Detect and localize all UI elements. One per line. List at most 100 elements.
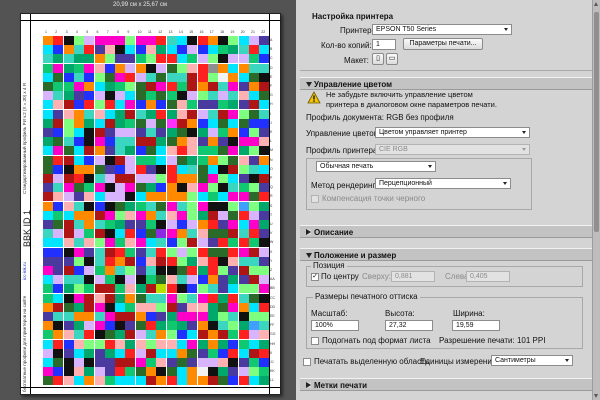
- color-patch: [104, 183, 115, 193]
- color-patch: [94, 229, 105, 239]
- fit-to-media-checkbox[interactable]: [311, 337, 319, 345]
- color-patch: [146, 137, 156, 147]
- color-patch: [84, 247, 95, 257]
- color-patch: [135, 174, 146, 183]
- color-patch: [135, 210, 146, 220]
- row-label: Q: [270, 185, 273, 190]
- color-handling-select[interactable]: Цветом управляет принтер: [375, 127, 530, 138]
- printer-select[interactable]: EPSON T50 Series: [372, 24, 512, 35]
- color-patch: [43, 330, 53, 340]
- color-patch: [43, 220, 53, 229]
- center-image-checkbox[interactable]: ✓: [311, 273, 319, 281]
- scale-field[interactable]: 100%: [311, 320, 359, 331]
- color-patch: [115, 266, 126, 275]
- color-patch: [197, 247, 208, 257]
- rendering-intent-select[interactable]: Перцепционный: [375, 178, 511, 189]
- color-patch: [218, 118, 229, 128]
- color-patch: [176, 72, 187, 82]
- description-header[interactable]: Описание: [300, 225, 592, 238]
- units-select[interactable]: Сантиметры: [491, 355, 573, 366]
- color-patch: [135, 247, 146, 257]
- color-patch: [218, 82, 229, 91]
- color-patch: [249, 358, 259, 367]
- color-patch: [146, 302, 156, 312]
- color-patch: [207, 192, 218, 202]
- print-settings-button[interactable]: Параметры печати...: [403, 38, 483, 50]
- left-position-field[interactable]: 0,405: [466, 271, 510, 282]
- row-label: V: [270, 231, 273, 236]
- color-patch: [94, 256, 105, 266]
- color-management-header[interactable]: Управление цветом: [300, 77, 592, 90]
- color-patch: [207, 229, 218, 239]
- color-patch: [176, 293, 187, 303]
- color-patch: [43, 210, 53, 220]
- landscape-layout-icon[interactable]: ▭: [386, 53, 398, 65]
- color-patch: [187, 293, 198, 303]
- color-patch: [207, 54, 218, 64]
- color-patch: [176, 91, 187, 101]
- color-patch: [228, 201, 239, 211]
- scroll-down-icon[interactable]: [594, 394, 598, 398]
- row-label: J: [270, 120, 272, 125]
- color-patch: [207, 293, 218, 303]
- width-field[interactable]: 19,59: [452, 320, 500, 331]
- row-label: G: [270, 93, 273, 98]
- color-patch: [135, 100, 146, 110]
- color-patch: [125, 146, 136, 156]
- paper-preview[interactable]: Стандартизированный профиль РИ v.2 (Х = …: [20, 13, 281, 395]
- color-patch: [156, 266, 167, 275]
- color-patch: [218, 63, 229, 73]
- color-patch: [166, 376, 177, 386]
- color-patch: [53, 293, 64, 303]
- color-patch: [146, 155, 156, 165]
- color-patch: [228, 192, 239, 202]
- top-position-field[interactable]: 0,881: [391, 271, 435, 282]
- color-patch: [156, 128, 167, 137]
- scroll-up-icon[interactable]: [594, 2, 598, 6]
- color-patch: [53, 45, 64, 55]
- column-number: 21: [251, 30, 255, 34]
- height-field[interactable]: 27,32: [385, 320, 433, 331]
- color-patch: [238, 312, 249, 321]
- row-label: T: [270, 212, 273, 217]
- color-patch: [115, 82, 126, 91]
- color-patch: [125, 100, 136, 110]
- color-patch: [104, 174, 115, 183]
- copies-field[interactable]: 1: [372, 39, 396, 50]
- color-patch: [197, 348, 208, 358]
- print-selected-area-checkbox[interactable]: [303, 358, 311, 366]
- portrait-layout-icon[interactable]: ▯: [372, 53, 384, 65]
- color-patch: [146, 36, 156, 45]
- color-patch: [84, 266, 95, 275]
- color-patch: [207, 63, 218, 73]
- color-patch: [53, 128, 64, 137]
- color-patch: [94, 109, 105, 119]
- color-patch: [115, 330, 126, 340]
- color-patch: [259, 275, 270, 285]
- position-size-header[interactable]: Положение и размер: [300, 248, 592, 261]
- color-patch: [197, 302, 208, 312]
- print-marks-header[interactable]: Метки печати: [300, 378, 592, 391]
- color-patch: [73, 210, 84, 220]
- color-patch: [156, 256, 167, 266]
- color-patch: [176, 321, 187, 331]
- scrollbar-thumb[interactable]: [594, 12, 599, 232]
- color-patch: [73, 358, 84, 367]
- color-patch: [104, 358, 115, 367]
- color-patch: [156, 339, 167, 349]
- printer-profile-select[interactable]: CIE RGB: [375, 144, 530, 155]
- color-patch: [238, 128, 249, 137]
- color-patch: [197, 256, 208, 266]
- column-number: 2: [55, 30, 58, 34]
- black-point-compensation-checkbox[interactable]: [311, 195, 319, 203]
- color-patch: [176, 238, 187, 248]
- settings-scrollbar[interactable]: [592, 0, 600, 400]
- color-patch: [249, 247, 259, 257]
- color-patch: [94, 118, 105, 128]
- color-patch: [146, 284, 156, 294]
- color-patch: [156, 330, 167, 340]
- color-patch: [238, 321, 249, 331]
- row-label: L: [270, 139, 272, 144]
- column-number: 22: [261, 30, 266, 34]
- normal-print-select[interactable]: Обычная печать: [316, 161, 436, 172]
